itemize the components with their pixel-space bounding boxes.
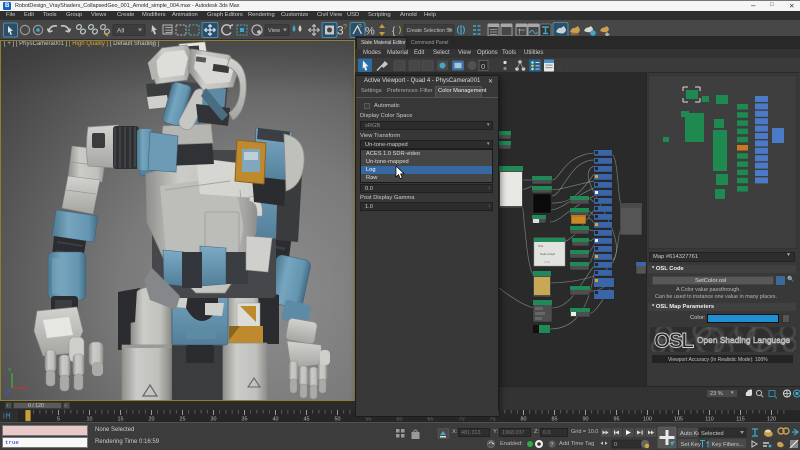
svg-text:Set Key: Set Key: [681, 442, 701, 448]
svg-text:0: 0: [614, 442, 617, 448]
svg-text:View: View: [268, 28, 281, 34]
svg-text:Open Shading Language: Open Shading Language: [697, 335, 790, 345]
svg-text:☰: ☰: [165, 26, 172, 35]
svg-text:v 0.9: v 0.9: [544, 261, 550, 264]
svg-text:OSL: OSL: [654, 330, 694, 353]
svg-text:Create Selection Se: Create Selection Se: [407, 28, 453, 34]
svg-text:0: 0: [481, 62, 485, 71]
svg-text:Node Graph: Node Graph: [540, 252, 556, 256]
svg-text:Selected: Selected: [701, 431, 724, 437]
svg-text:OSL: OSL: [538, 244, 544, 248]
svg-text:All: All: [117, 28, 125, 35]
svg-text:?: ?: [358, 24, 362, 31]
svg-text:?: ?: [343, 24, 347, 31]
svg-text:Key Filters...: Key Filters...: [712, 442, 745, 448]
